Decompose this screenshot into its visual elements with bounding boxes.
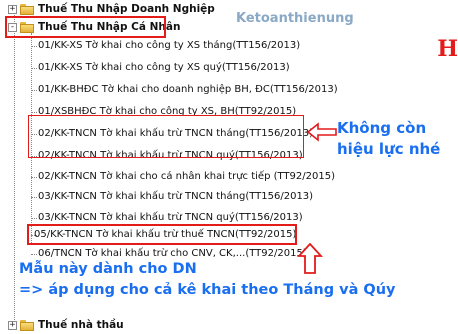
tree-item-label: 03/KK-TNCN Tờ khai khấu trừ TNCN tháng(T… <box>38 191 314 202</box>
expand-plus-icon[interactable]: + <box>8 4 17 14</box>
arrow-left-icon <box>306 122 337 142</box>
expand-plus-icon[interactable]: + <box>8 320 17 330</box>
highlight-box-group <box>5 16 166 38</box>
tree-connector <box>31 90 37 91</box>
tree-connector <box>31 177 37 178</box>
tree-connector <box>31 46 37 47</box>
tree-connector <box>31 197 37 198</box>
tree-item[interactable]: 01/KK-XS Tờ khai cho công ty XS quý(TT15… <box>38 59 290 77</box>
highlight-box-selected <box>27 224 297 245</box>
tree-item-label: 01/KK-XS Tờ khai cho công ty XS tháng(TT… <box>38 40 301 51</box>
note-usage: Mẫu này dành cho DN => áp dụng cho cả kê… <box>19 259 396 301</box>
tree-connector <box>31 218 37 219</box>
note-expired-line1: Không còn <box>337 119 427 137</box>
tree-item-label: 01/KK-BHĐC Tờ khai cho doanh nghiệp BH, … <box>38 84 338 95</box>
tree-group-thue-nha-thau[interactable]: + Thuế nhà thầu <box>8 316 124 334</box>
corner-logo: H <box>437 36 458 62</box>
tree-connector <box>31 112 37 113</box>
note-usage-line2: => áp dụng cho cả kê khai theo Tháng và … <box>19 282 396 298</box>
note-usage-line1: Mẫu này dành cho DN <box>19 261 197 277</box>
tree-group-label: Thuế nhà thầu <box>38 319 124 331</box>
tree-connector <box>31 68 37 69</box>
tree-connector <box>14 12 15 324</box>
folder-icon <box>20 319 34 331</box>
tree-item-label: 01/KK-XS Tờ khai cho công ty XS quý(TT15… <box>38 62 290 73</box>
tree-item[interactable]: 02/KK-TNCN Tờ khai cho cá nhân khai trực… <box>38 168 335 186</box>
tree-connector <box>31 254 37 255</box>
tree-item-label: 02/KK-TNCN Tờ khai cho cá nhân khai trực… <box>38 171 335 182</box>
tree-item[interactable]: 01/KK-BHĐC Tờ khai cho doanh nghiệp BH, … <box>38 81 338 99</box>
folder-icon <box>20 3 34 15</box>
note-expired-line2: hiệu lực nhé <box>337 140 441 158</box>
tree-item[interactable]: 03/KK-TNCN Tờ khai khấu trừ TNCN tháng(T… <box>38 188 313 206</box>
watermark-text: Ketoanthienung <box>236 11 354 26</box>
tree-item[interactable]: 01/KK-XS Tờ khai cho công ty XS tháng(TT… <box>38 37 300 55</box>
note-expired: Không còn hiệu lực nhé <box>337 118 440 160</box>
highlight-box-expired <box>28 115 304 158</box>
